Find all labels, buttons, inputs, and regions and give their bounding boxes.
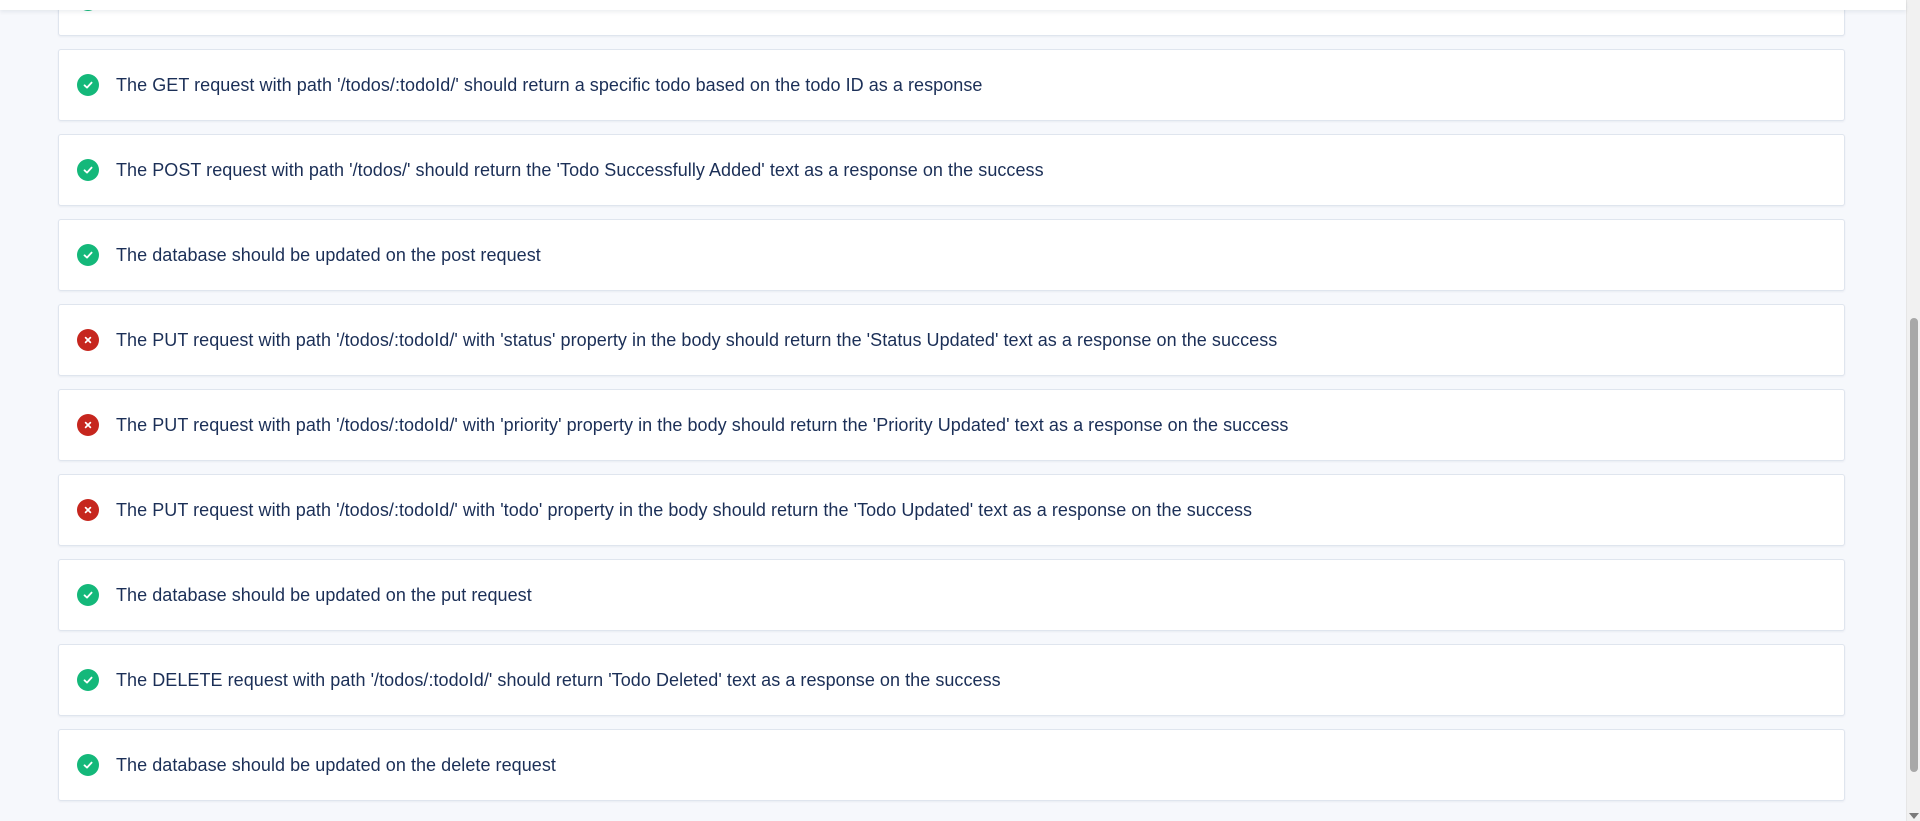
test-case-item: The PUT request with path '/todos/:todoI… xyxy=(58,389,1845,461)
test-results-page: The GET request with path '/todos/?searc… xyxy=(0,0,1920,821)
header-edge xyxy=(0,0,1906,10)
check-circle-icon xyxy=(77,159,99,181)
test-case-item: The POST request with path '/todos/' sho… xyxy=(58,134,1845,206)
test-case-label: The PUT request with path '/todos/:todoI… xyxy=(116,499,1253,520)
test-case-label: The PUT request with path '/todos/:todoI… xyxy=(116,414,1289,435)
scroll-down-arrow-icon[interactable] xyxy=(1909,813,1919,819)
test-case-label: The POST request with path '/todos/' sho… xyxy=(116,159,1044,180)
test-case-label: The database should be updated on the pu… xyxy=(116,584,532,605)
test-case-label: The GET request with path '/todos/:todoI… xyxy=(116,74,983,95)
test-case-item: The DELETE request with path '/todos/:to… xyxy=(58,644,1845,716)
check-circle-icon xyxy=(77,669,99,691)
test-case-label: The PUT request with path '/todos/:todoI… xyxy=(116,329,1278,350)
test-case-item: The PUT request with path '/todos/:todoI… xyxy=(58,304,1845,376)
check-circle-icon xyxy=(77,754,99,776)
test-case-label: The database should be updated on the de… xyxy=(116,754,556,775)
test-case-item: The database should be updated on the po… xyxy=(58,219,1845,291)
scrollbar-thumb[interactable] xyxy=(1910,318,1918,772)
x-circle-icon xyxy=(77,329,99,351)
check-circle-icon xyxy=(77,584,99,606)
test-case-item: The database should be updated on the pu… xyxy=(58,559,1845,631)
test-case-item: The PUT request with path '/todos/:todoI… xyxy=(58,474,1845,546)
x-circle-icon xyxy=(77,499,99,521)
test-case-label: The DELETE request with path '/todos/:to… xyxy=(116,669,1001,690)
check-circle-icon xyxy=(77,74,99,96)
test-case-label: The database should be updated on the po… xyxy=(116,244,541,265)
check-circle-icon xyxy=(77,244,99,266)
x-circle-icon xyxy=(77,414,99,436)
test-case-item: The GET request with path '/todos/:todoI… xyxy=(58,49,1845,121)
test-case-list: The GET request with path '/todos/?searc… xyxy=(58,0,1845,814)
vertical-scrollbar[interactable] xyxy=(1906,0,1920,821)
test-case-item: The database should be updated on the de… xyxy=(58,729,1845,801)
